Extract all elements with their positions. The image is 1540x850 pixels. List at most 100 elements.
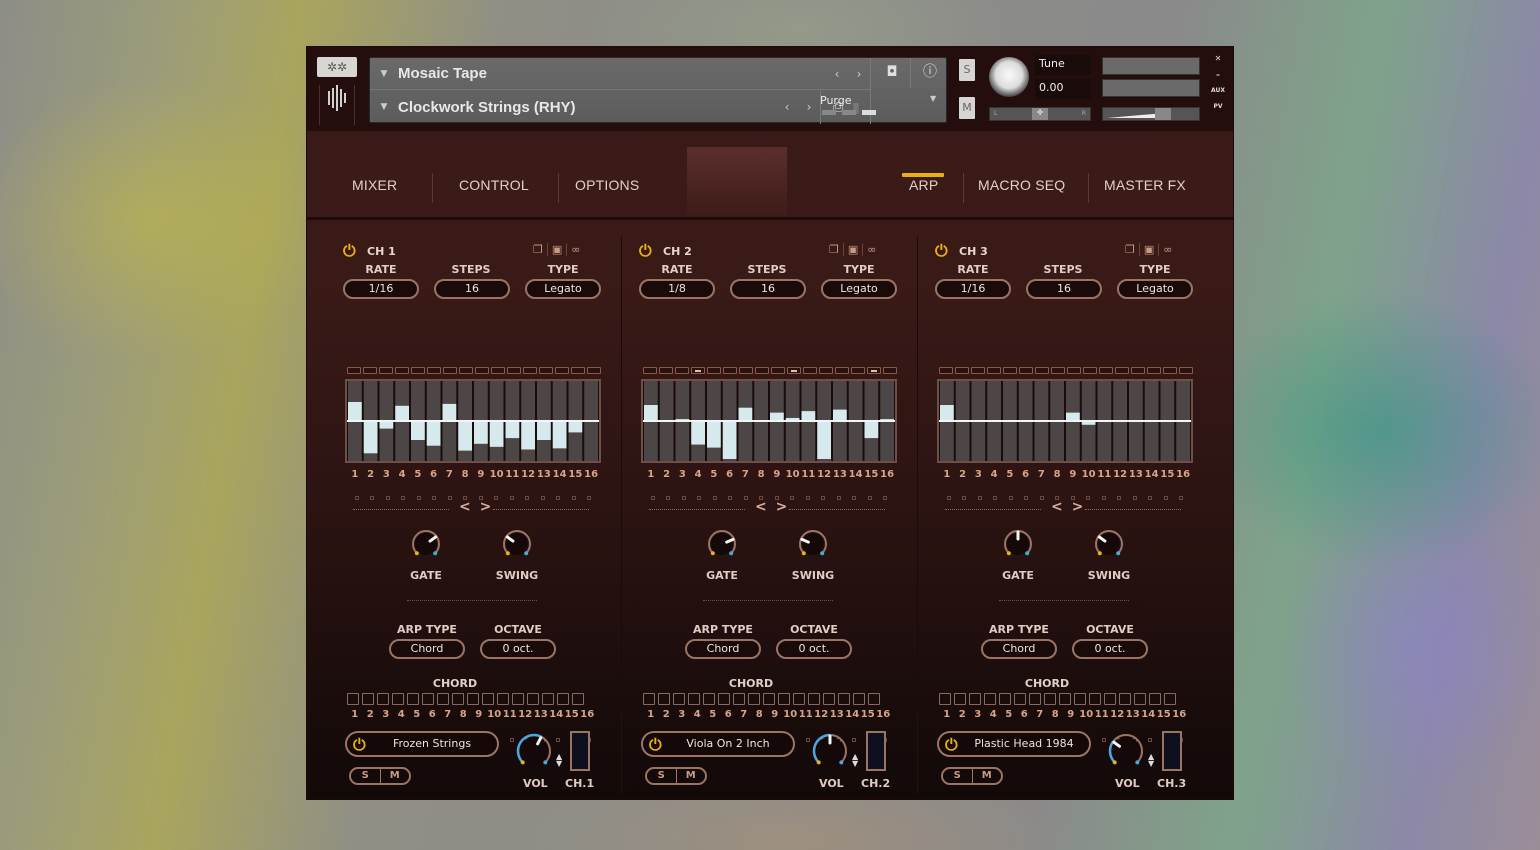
chord-checkbox[interactable]	[748, 693, 760, 705]
chord-checkbox[interactable]	[1149, 693, 1161, 705]
prev-icon[interactable]: ‹	[826, 67, 848, 81]
volume-knob[interactable]	[1106, 731, 1146, 771]
chord-checkbox[interactable]	[838, 693, 850, 705]
step-toggle[interactable]	[878, 485, 894, 504]
step-led[interactable]	[443, 367, 457, 374]
chord-checkbox[interactable]	[377, 693, 389, 705]
chord-checkbox[interactable]	[703, 693, 715, 705]
chord-checkbox[interactable]	[984, 693, 996, 705]
link-icon[interactable]: ∞	[571, 243, 584, 256]
octave-selector[interactable]: 0 oct.	[480, 639, 556, 659]
step-bar[interactable]	[644, 405, 658, 421]
tune-value[interactable]: 0.00	[1035, 79, 1091, 99]
tab-arp[interactable]: ARP	[909, 177, 938, 199]
step-led[interactable]	[571, 367, 585, 374]
step-toggle[interactable]	[1127, 485, 1143, 504]
solo-button[interactable]: S	[959, 59, 975, 81]
info-icon[interactable]: ⓘ	[920, 62, 940, 82]
step-led[interactable]	[819, 367, 833, 374]
chord-checkbox[interactable]	[557, 693, 569, 705]
chord-checkbox[interactable]	[733, 693, 745, 705]
step-toggle[interactable]	[1019, 485, 1035, 504]
chord-checkbox[interactable]	[362, 693, 374, 705]
chord-checkbox[interactable]	[347, 693, 359, 705]
chord-checkbox[interactable]	[437, 693, 449, 705]
step-toggle[interactable]	[566, 485, 582, 504]
step-bar[interactable]	[458, 421, 472, 451]
arp-type-selector[interactable]: Chord	[685, 639, 761, 659]
step-led[interactable]	[939, 367, 953, 374]
chord-checkbox[interactable]	[512, 693, 524, 705]
chord-checkbox[interactable]	[1119, 693, 1131, 705]
step-led[interactable]	[707, 367, 721, 374]
tab-control[interactable]: CONTROL	[459, 177, 529, 199]
chord-checkbox[interactable]	[999, 693, 1011, 705]
power-icon[interactable]: ⏻	[639, 241, 659, 261]
step-toggle[interactable]	[1143, 485, 1159, 504]
pv-button[interactable]: PV	[1209, 99, 1227, 115]
step-led[interactable]	[955, 367, 969, 374]
step-led[interactable]	[1163, 367, 1177, 374]
paste-icon[interactable]: ▣	[1144, 243, 1160, 256]
step-toggle[interactable]	[645, 485, 661, 504]
step-sequencer[interactable]	[937, 379, 1193, 463]
step-bar[interactable]	[1066, 412, 1080, 421]
step-led[interactable]	[1035, 367, 1049, 374]
step-led[interactable]	[395, 367, 409, 374]
step-bar[interactable]	[738, 407, 753, 421]
step-led[interactable]	[587, 367, 601, 374]
step-nav-arrows[interactable]: < >	[1051, 499, 1085, 515]
step-toggle[interactable]	[1112, 485, 1128, 504]
step-bar[interactable]	[505, 421, 520, 439]
step-toggle[interactable]	[1174, 485, 1190, 504]
chord-checkbox[interactable]	[658, 693, 670, 705]
step-toggle[interactable]	[582, 485, 598, 504]
step-bar[interactable]	[379, 421, 394, 429]
step-toggle[interactable]	[1003, 485, 1019, 504]
solo-button[interactable]: S	[351, 769, 381, 783]
purge-label[interactable]: Purge	[820, 94, 852, 107]
step-led[interactable]	[379, 367, 393, 374]
octave-selector[interactable]: 0 oct.	[1072, 639, 1148, 659]
volume-knob[interactable]	[514, 731, 554, 771]
chord-checkbox[interactable]	[467, 693, 479, 705]
step-toggle[interactable]	[862, 485, 878, 504]
step-led[interactable]	[835, 367, 849, 374]
chord-checkbox[interactable]	[1104, 693, 1116, 705]
step-led[interactable]	[1179, 367, 1193, 374]
chord-checkbox[interactable]	[673, 693, 685, 705]
master-volume-slider[interactable]	[1102, 107, 1200, 121]
camera-icon[interactable]: ◘	[882, 62, 902, 82]
chord-checkbox[interactable]	[497, 693, 509, 705]
step-bar[interactable]	[489, 421, 504, 447]
paste-icon[interactable]: ▣	[848, 243, 864, 256]
step-led[interactable]	[1003, 367, 1017, 374]
chord-checkbox[interactable]	[954, 693, 966, 705]
chord-checkbox[interactable]	[407, 693, 419, 705]
copy-icon[interactable]: ❐	[1125, 243, 1140, 256]
step-bar[interactable]	[411, 421, 425, 440]
step-nav-arrows[interactable]: < >	[459, 499, 493, 515]
step-led[interactable]	[987, 367, 1001, 374]
step-sequencer[interactable]	[641, 379, 897, 463]
chord-checkbox[interactable]	[1074, 693, 1086, 705]
steps-selector[interactable]: 16	[730, 279, 806, 299]
step-led[interactable]	[739, 367, 753, 374]
power-icon[interactable]: ⏻	[945, 735, 965, 755]
type-selector[interactable]: Legato	[821, 279, 897, 299]
steps-selector[interactable]: 16	[1026, 279, 1102, 299]
step-led[interactable]	[659, 367, 673, 374]
chord-checkbox[interactable]	[969, 693, 981, 705]
chord-checkbox[interactable]	[643, 693, 655, 705]
chord-checkbox[interactable]	[1089, 693, 1101, 705]
preset-row[interactable]: ▼ Clockwork Strings (RHY) ‹ ›	[370, 91, 820, 123]
step-sequencer-graph[interactable]	[939, 381, 1191, 461]
step-bar[interactable]	[426, 421, 441, 446]
mute-button[interactable]: M	[959, 97, 975, 119]
close-icon[interactable]: ✕	[1209, 51, 1227, 67]
step-bar[interactable]	[348, 402, 362, 421]
power-icon[interactable]: ⏻	[649, 735, 669, 755]
mute-button[interactable]: M	[677, 769, 706, 783]
power-icon[interactable]: ⏻	[343, 241, 363, 261]
gate-knob[interactable]	[409, 527, 443, 561]
